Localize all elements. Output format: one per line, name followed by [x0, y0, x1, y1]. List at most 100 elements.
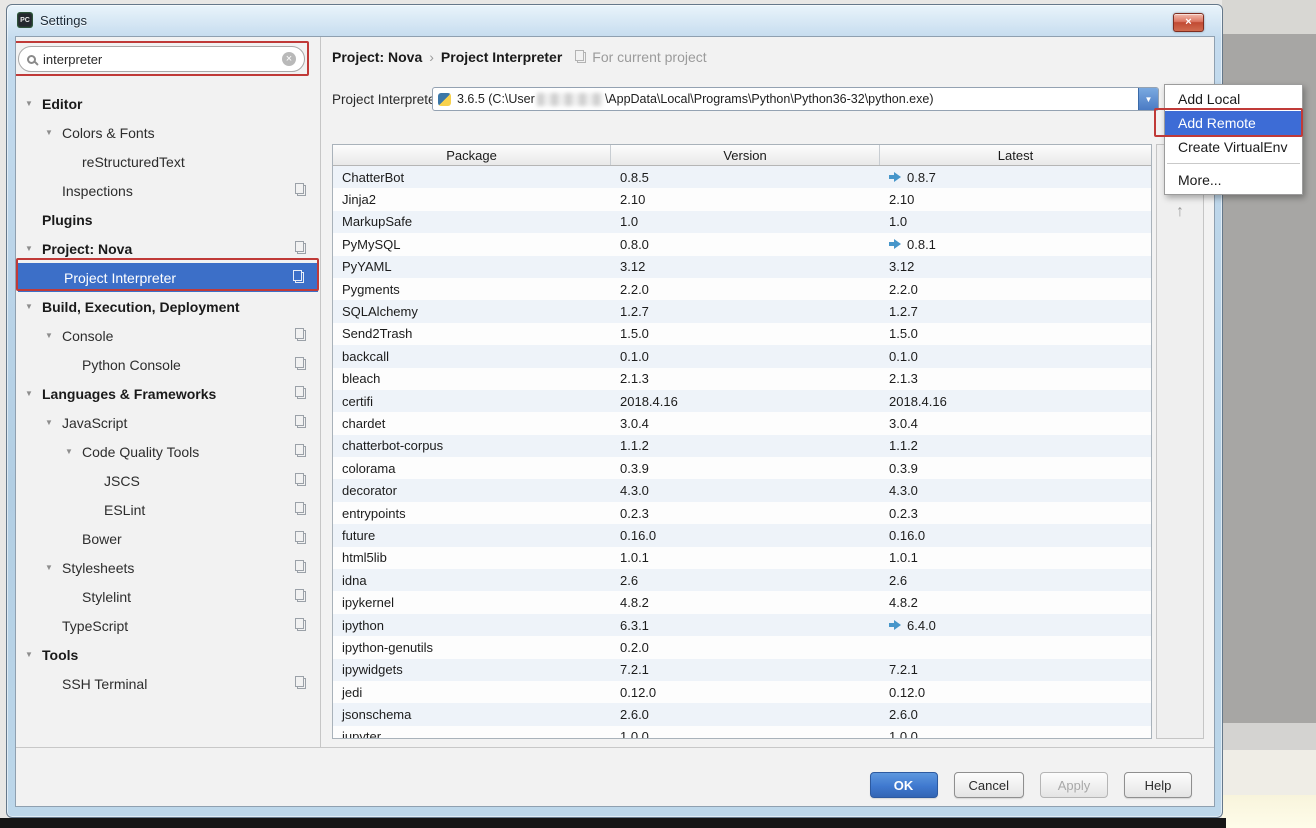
sidebar-item-project-nova[interactable]: ▼ Project: Nova: [16, 234, 320, 263]
menu-separator: [1167, 163, 1300, 164]
tree-collapse-icon[interactable]: ▼: [45, 418, 53, 427]
package-row-jsonschema[interactable]: jsonschema 2.6.0 2.6.0: [333, 703, 1151, 726]
package-latest-cell: 2.1.3: [880, 368, 1151, 390]
menu-item-more[interactable]: More...: [1165, 168, 1302, 192]
package-name-cell: ipython-genutils: [342, 639, 434, 655]
close-button[interactable]: ×: [1173, 13, 1204, 32]
package-row-jupyter[interactable]: jupyter 1.0.0 1.0.0: [333, 725, 1151, 739]
sidebar-item-label: Python Console: [82, 356, 181, 373]
column-header-latest[interactable]: Latest: [880, 145, 1151, 165]
sidebar-item-jscs[interactable]: JSCS: [16, 466, 320, 495]
package-row-pygments[interactable]: Pygments 2.2.0 2.2.0: [333, 277, 1151, 301]
interpreter-value-prefix: 3.6.5 (C:\User: [457, 92, 535, 106]
latest-version-text: 7.2.1: [889, 662, 918, 678]
tree-collapse-icon[interactable]: ▼: [25, 650, 33, 659]
ok-button[interactable]: OK: [869, 772, 938, 798]
sidebar-item-eslint[interactable]: ESLint: [16, 495, 320, 524]
package-row-pyyaml[interactable]: PyYAML 3.12 3.12: [333, 255, 1151, 278]
package-row-markupsafe[interactable]: MarkupSafe 1.0 1.0: [333, 210, 1151, 234]
sidebar-item-inspections[interactable]: Inspections: [16, 176, 320, 205]
package-name-cell: jupyter: [342, 729, 382, 739]
package-row-ipython-genutils[interactable]: ipython-genutils 0.2.0: [333, 636, 1151, 659]
interpreter-dropdown-button[interactable]: ▼: [1138, 88, 1158, 110]
package-row-decorator[interactable]: decorator 4.3.0 4.3.0: [333, 479, 1151, 502]
page-copy-icon: [295, 618, 306, 631]
interpreter-combobox[interactable]: 3.6.5 (C:\User \AppData\Local\Programs\P…: [432, 87, 1159, 111]
sidebar-item-editor[interactable]: ▼ Editor: [16, 89, 320, 118]
tree-collapse-icon[interactable]: ▼: [45, 563, 53, 572]
sidebar-item-stylelint[interactable]: Stylelint: [16, 582, 320, 611]
package-row-certifi[interactable]: certifi 2018.4.16 2018.4.16: [333, 389, 1151, 413]
tree-collapse-icon[interactable]: ▼: [25, 302, 33, 311]
sidebar-item-tools[interactable]: ▼ Tools: [16, 640, 320, 669]
sidebar-item-console[interactable]: ▼ Console: [16, 321, 320, 350]
sidebar-item-typescript[interactable]: TypeScript: [16, 611, 320, 640]
package-row-send2trash[interactable]: Send2Trash 1.5.0 1.5.0: [333, 322, 1151, 346]
cancel-button[interactable]: Cancel: [953, 772, 1024, 798]
latest-version-text: 0.8.1: [907, 236, 936, 252]
package-row-bleach[interactable]: bleach 2.1.3 2.1.3: [333, 367, 1151, 390]
column-header-version[interactable]: Version: [611, 145, 880, 165]
package-table-body[interactable]: ChatterBot 0.8.5 0.8.7 Jinja2 2.10 2.10 …: [333, 166, 1151, 739]
sidebar-item-restructuredtext[interactable]: reStructuredText: [16, 147, 320, 176]
sidebar-item-project-interpreter[interactable]: Project Interpreter: [18, 263, 318, 292]
sidebar-item-colors-fonts[interactable]: ▼ Colors & Fonts: [16, 118, 320, 147]
menu-item-create-virtualenv[interactable]: Create VirtualEnv: [1165, 135, 1302, 159]
menu-item-add-local[interactable]: Add Local: [1165, 87, 1302, 111]
sidebar-item-languages-frameworks[interactable]: ▼ Languages & Frameworks: [16, 379, 320, 408]
package-row-jedi[interactable]: jedi 0.12.0 0.12.0: [333, 680, 1151, 704]
sidebar-item-python-console[interactable]: Python Console: [16, 350, 320, 379]
search-input[interactable]: interpreter ×: [18, 46, 305, 72]
tree-collapse-icon[interactable]: ▼: [25, 99, 33, 108]
sidebar-item-bower[interactable]: Bower: [16, 524, 320, 553]
breadcrumb-project[interactable]: Project: Nova: [332, 49, 422, 65]
package-latest-cell: 6.4.0: [880, 614, 1151, 636]
sidebar-item-label: Build, Execution, Deployment: [42, 298, 240, 315]
tree-collapse-icon[interactable]: ▼: [65, 447, 73, 456]
package-row-ipykernel[interactable]: ipykernel 4.8.2 4.8.2: [333, 591, 1151, 614]
upgrade-package-button[interactable]: ↑: [1157, 203, 1203, 221]
menu-item-add-remote[interactable]: Add Remote: [1165, 111, 1302, 135]
latest-version-text: 2.6.0: [889, 707, 918, 723]
package-row-jinja2[interactable]: Jinja2 2.10 2.10: [333, 188, 1151, 211]
package-version-cell: 0.2.0: [620, 639, 649, 655]
package-row-chatterbot[interactable]: ChatterBot 0.8.5 0.8.7: [333, 166, 1151, 189]
package-row-ipywidgets[interactable]: ipywidgets 7.2.1 7.2.1: [333, 658, 1151, 681]
breadcrumb-page[interactable]: Project Interpreter: [441, 49, 562, 65]
tree-collapse-icon[interactable]: ▼: [25, 389, 33, 398]
column-header-package[interactable]: Package: [333, 145, 611, 165]
footer-buttons: OK Cancel Apply Help: [16, 772, 1214, 798]
sidebar-item-ssh-terminal[interactable]: SSH Terminal: [16, 669, 320, 698]
package-version-cell: 4.8.2: [620, 595, 649, 611]
tree-collapse-icon[interactable]: ▼: [45, 331, 53, 340]
tree-collapse-icon[interactable]: ▼: [45, 128, 53, 137]
package-row-chardet[interactable]: chardet 3.0.4 3.0.4: [333, 412, 1151, 435]
package-row-sqlalchemy[interactable]: SQLAlchemy 1.2.7 1.2.7: [333, 300, 1151, 323]
sidebar-item-code-quality-tools[interactable]: ▼ Code Quality Tools: [16, 437, 320, 466]
sidebar-item-label: Colors & Fonts: [62, 124, 155, 141]
tree-collapse-icon[interactable]: ▼: [25, 244, 33, 253]
latest-version-text: 1.5.0: [889, 326, 918, 342]
latest-version-text: 1.2.7: [889, 304, 918, 320]
package-row-idna[interactable]: idna 2.6 2.6: [333, 569, 1151, 592]
sidebar-item-javascript[interactable]: ▼ JavaScript: [16, 408, 320, 437]
package-row-pymysql[interactable]: PyMySQL 0.8.0 0.8.1: [333, 233, 1151, 256]
package-row-ipython[interactable]: ipython 6.3.1 6.4.0: [333, 613, 1151, 637]
package-row-html5lib[interactable]: html5lib 1.0.1 1.0.1: [333, 546, 1151, 570]
package-row-colorama[interactable]: colorama 0.3.9 0.3.9: [333, 457, 1151, 480]
package-name-cell: bleach: [342, 371, 381, 387]
help-button[interactable]: Help: [1124, 772, 1192, 798]
package-row-entrypoints[interactable]: entrypoints 0.2.3 0.2.3: [333, 501, 1151, 525]
clear-search-button[interactable]: ×: [282, 52, 296, 66]
sidebar-item-plugins[interactable]: Plugins: [16, 205, 320, 234]
title-bar[interactable]: PC Settings: [7, 5, 1222, 35]
package-row-chatterbot-corpus[interactable]: chatterbot-corpus 1.1.2 1.1.2: [333, 434, 1151, 458]
package-name-cell: ipywidgets: [342, 662, 403, 678]
sidebar-item-stylesheets[interactable]: ▼ Stylesheets: [16, 553, 320, 582]
sidebar-item-build-execution-deployment[interactable]: ▼ Build, Execution, Deployment: [16, 292, 320, 321]
sidebar-item-label: Project Interpreter: [64, 269, 177, 286]
page-copy-icon: [295, 531, 306, 544]
package-row-backcall[interactable]: backcall 0.1.0 0.1.0: [333, 345, 1151, 368]
apply-button[interactable]: Apply: [1040, 772, 1108, 798]
package-row-future[interactable]: future 0.16.0 0.16.0: [333, 524, 1151, 547]
